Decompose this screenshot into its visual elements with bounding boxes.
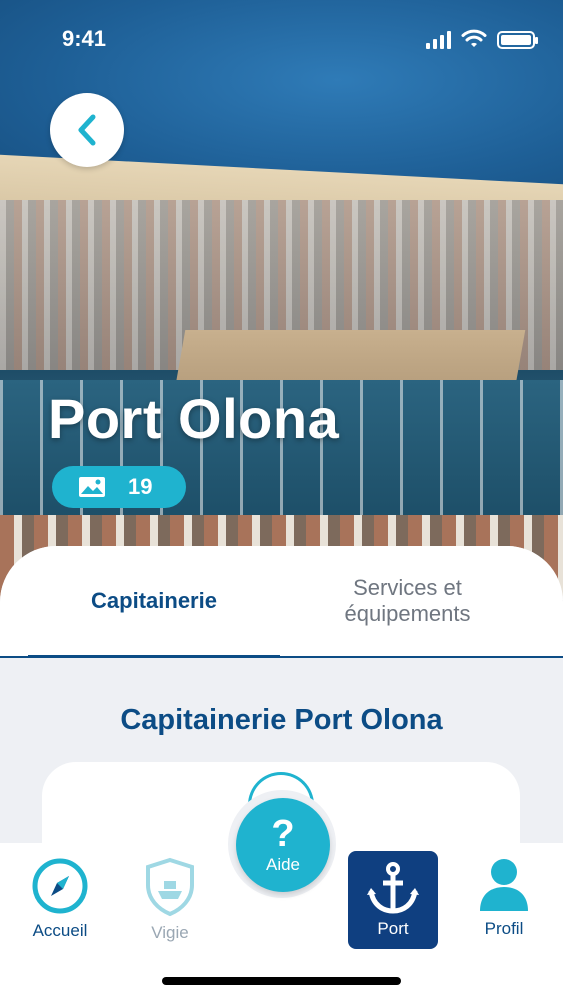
shield-boat-icon: [146, 857, 194, 917]
hero-photo: [0, 0, 563, 600]
nav-label-vigie: Vigie: [151, 923, 189, 942]
signal-icon: [426, 31, 451, 49]
nav-item-port[interactable]: Port: [348, 851, 438, 949]
nav-item-accueil[interactable]: Accueil: [0, 857, 120, 941]
nav-label-accueil: Accueil: [32, 921, 88, 940]
help-button[interactable]: ? Aide: [236, 798, 330, 892]
tab-services[interactable]: Services et équipements: [290, 546, 525, 656]
photo-gallery-badge[interactable]: 19: [52, 466, 186, 508]
nav-item-profil[interactable]: Profil: [444, 857, 563, 939]
anchor-icon: [367, 862, 419, 914]
nav-label-port: Port: [377, 919, 409, 938]
tab-capitainerie[interactable]: Capitainerie: [28, 546, 280, 658]
section-title: Capitainerie Port Olona: [120, 704, 443, 736]
image-icon: [79, 477, 105, 497]
tab-bar: Capitainerie Services et équipements: [0, 546, 563, 658]
compass-icon: [32, 858, 88, 914]
photo-count: 19: [128, 474, 153, 499]
help-label: Aide: [265, 855, 301, 874]
status-icons: [426, 29, 538, 49]
page-title: Port Olona: [48, 387, 340, 450]
home-indicator[interactable]: [162, 977, 401, 985]
nav-label-profil: Profil: [484, 919, 524, 938]
battery-icon: [497, 31, 538, 49]
status-bar: 9:41: [0, 0, 563, 80]
back-button[interactable]: [50, 93, 124, 167]
wifi-icon: [461, 29, 487, 47]
person-icon: [480, 859, 528, 911]
nav-item-vigie[interactable]: Vigie: [110, 857, 230, 943]
chevron-left-icon: [78, 114, 96, 146]
status-time: 9:41: [62, 26, 107, 51]
question-icon: ?: [271, 813, 295, 855]
